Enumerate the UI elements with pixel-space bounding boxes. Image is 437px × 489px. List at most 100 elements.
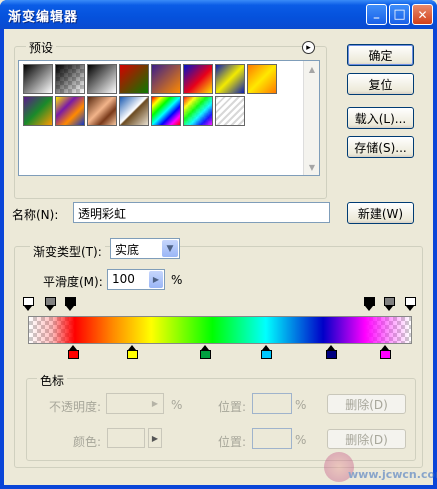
color-label: 颜色: [73, 435, 102, 449]
stop-pointer [24, 306, 32, 311]
preset-swatch-fill [24, 97, 52, 125]
scroll-down-icon[interactable]: ▼ [305, 160, 319, 174]
stop-pointer [364, 306, 373, 311]
opacity-stop-5[interactable] [405, 297, 417, 311]
color-location-input[interactable] [252, 428, 292, 449]
opacity-percent: % [171, 398, 183, 412]
stop-cap [380, 350, 392, 359]
preset-swatch-fill [24, 65, 52, 93]
close-button[interactable]: ✕ [412, 4, 433, 25]
stop-pointer [66, 306, 75, 311]
opacity-stops-track[interactable] [23, 297, 417, 315]
reset-button[interactable]: 复位 [347, 73, 414, 95]
stop-cap [261, 350, 273, 359]
preset-swatch-blue-red-yellow[interactable] [183, 64, 213, 94]
preset-swatch-fill [56, 97, 84, 125]
smoothness-input[interactable]: 100 ▶ [107, 269, 165, 290]
stop-pointer [384, 306, 393, 311]
color-stop-5[interactable] [380, 345, 392, 359]
slider-arrow-icon[interactable]: ▶ [149, 271, 163, 288]
stops-group-label: 色标 [37, 372, 68, 389]
close-icon: ✕ [417, 7, 428, 22]
name-label: 名称(N): [12, 208, 59, 222]
preset-swatch-fill [216, 65, 244, 93]
opacity-stop-3[interactable] [363, 297, 375, 311]
stop-cap [326, 350, 338, 359]
title-bar[interactable]: 渐变编辑器 _ □ ✕ [0, 0, 437, 29]
ok-button[interactable]: 确定 [347, 44, 414, 66]
color-stop-2[interactable] [200, 345, 212, 359]
opacity-location-input[interactable] [252, 393, 292, 414]
delete-color-stop-button[interactable]: 删除(D) [327, 429, 406, 449]
new-button[interactable]: 新建(W) [347, 202, 414, 224]
maximize-button[interactable]: □ [389, 4, 410, 25]
gradient-type-value: 实底 [115, 243, 140, 257]
preset-swatch-violet-orange[interactable] [151, 64, 181, 94]
preset-swatch-black-white[interactable] [87, 64, 117, 94]
slider-arrow-icon[interactable]: ▶ [148, 395, 162, 412]
gradient-type-select[interactable]: 实底 ▼ [110, 238, 180, 259]
color-stop-1[interactable] [127, 345, 139, 359]
window-title: 渐变编辑器 [8, 10, 79, 25]
stop-pointer [46, 306, 55, 311]
color-stop-0[interactable] [68, 345, 80, 359]
window-bottom-border [0, 485, 437, 489]
preset-swatch-chrome[interactable] [119, 96, 149, 126]
color-menu-arrow-icon[interactable]: ▶ [148, 428, 162, 448]
minimize-icon: _ [373, 6, 380, 19]
delete-opacity-stop-button[interactable]: 删除(D) [327, 394, 406, 414]
color-swatch[interactable] [107, 428, 145, 448]
name-input[interactable]: 透明彩虹 [73, 202, 330, 223]
preset-swatch-fill [248, 65, 276, 93]
color-location-label: 位置: [218, 435, 247, 449]
preset-swatch-violet-green-orange[interactable] [23, 96, 53, 126]
scroll-up-icon[interactable]: ▲ [305, 62, 319, 76]
opacity-label: 不透明度: [49, 400, 102, 414]
stop-cap [65, 297, 77, 306]
opacity-stop-2[interactable] [65, 297, 77, 311]
stop-pointer [406, 306, 415, 311]
stop-cap [405, 297, 417, 306]
watermark-text: www.jcwcn.com [348, 468, 437, 481]
preset-swatch-orange-yellow-orange[interactable] [247, 64, 277, 94]
stop-cap [23, 297, 34, 306]
stop-cap [127, 350, 139, 359]
opacity-stop-4[interactable] [383, 297, 395, 311]
preset-swatch-foreground-to-background[interactable] [23, 64, 53, 94]
stop-pointer [327, 345, 336, 350]
preset-swatch-fill [152, 97, 180, 125]
presets-menu-button[interactable]: ▸ [302, 41, 315, 54]
presets-scrollbar[interactable]: ▲ ▼ [303, 61, 319, 175]
stop-cap [383, 297, 395, 306]
stop-pointer [381, 345, 390, 350]
smoothness-percent: % [171, 273, 183, 287]
preset-swatch-fill [88, 65, 116, 93]
preset-swatch-copper[interactable] [87, 96, 117, 126]
gradient-preview-bar[interactable] [28, 316, 412, 344]
stop-pointer [128, 345, 137, 350]
save-button[interactable]: 存储(S)... [347, 136, 414, 158]
chevron-down-icon[interactable]: ▼ [162, 240, 178, 257]
color-location-percent: % [295, 433, 307, 447]
color-stop-3[interactable] [261, 345, 273, 359]
preset-swatch-spectrum[interactable] [151, 96, 181, 126]
minimize-button[interactable]: _ [366, 4, 387, 25]
color-stops-track[interactable] [24, 345, 416, 363]
gradient-type-label: 渐变类型(T): [30, 243, 105, 260]
load-button[interactable]: 载入(L)... [347, 107, 414, 129]
preset-swatch-red-green[interactable] [119, 64, 149, 94]
smoothness-label: 平滑度(M): [43, 275, 103, 289]
preset-swatch-fill [216, 97, 244, 125]
preset-swatch-yellow-violet-orange-blue[interactable] [55, 96, 85, 126]
preset-swatch-blue-yellow-blue[interactable] [215, 64, 245, 94]
preset-swatch-foreground-to-transparent[interactable] [55, 64, 85, 94]
opacity-stop-1[interactable] [45, 297, 57, 311]
opacity-input[interactable]: ▶ [106, 393, 164, 414]
preset-swatch-transparent-rainbow[interactable] [183, 96, 213, 126]
opacity-location-percent: % [295, 398, 307, 412]
preset-swatch-transparent-stripes[interactable] [215, 96, 245, 126]
opacity-stop-0[interactable] [23, 297, 34, 311]
color-stop-4[interactable] [326, 345, 338, 359]
preset-swatch-fill [88, 97, 116, 125]
smoothness-value: 100 [112, 272, 135, 286]
